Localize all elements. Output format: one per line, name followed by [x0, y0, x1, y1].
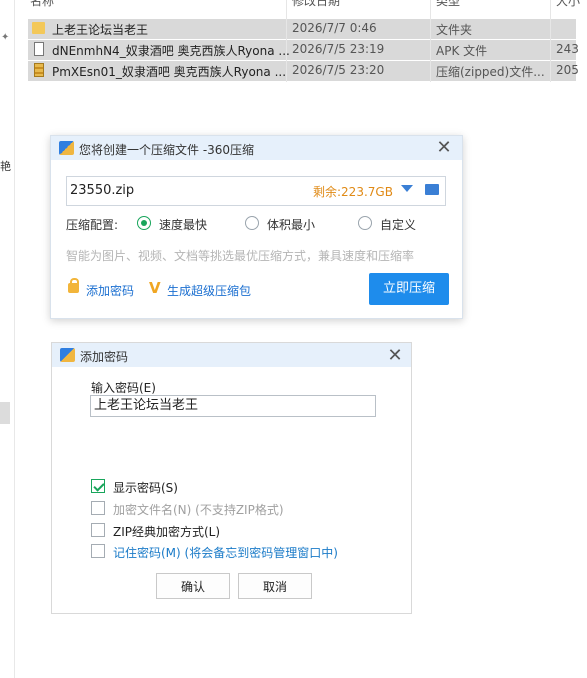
file-row[interactable]: PmXEsn01_奴隶酒吧 奥克西族人Ryona ... 2026/7/5 23…	[28, 61, 579, 81]
ok-button[interactable]: 确认	[156, 573, 230, 599]
column-header-size[interactable]: 大小	[556, 0, 580, 9]
navigation-pane: ✦ 艳	[0, 0, 15, 678]
360zip-app-icon	[60, 348, 75, 362]
checkbox-checked-icon[interactable]	[91, 479, 105, 493]
radio-label: 体积最小	[267, 218, 316, 232]
pin-icon[interactable]: ✦	[1, 32, 9, 43]
column-header-type[interactable]: 类型	[436, 0, 460, 9]
compress-hint: 智能为图片、视频、文档等挑选最优压缩方式，兼具速度和压缩率	[66, 249, 415, 263]
file-type: 压缩(zipped)文件...	[436, 65, 545, 79]
add-password-dialog: 添加密码 ✕ 输入密码(E) 上老王论坛当老王 显示密码(S) 加密文件名(N)…	[51, 342, 412, 614]
cancel-button[interactable]: 取消	[238, 573, 312, 599]
file-name: dNEnmhN4_奴隶酒吧 奥克西族人Ryona ...	[52, 44, 290, 58]
checkbox-unchecked-icon[interactable]	[91, 523, 105, 537]
apk-file-icon	[34, 42, 44, 56]
file-row[interactable]: 上老王论坛当老王 2026/7/7 0:46 文件夹	[28, 19, 576, 39]
file-list-header: 名称 修改日期 类型 大小	[28, 0, 587, 8]
radio-selected-icon[interactable]	[137, 216, 151, 230]
super-package-link[interactable]: 生成超级压缩包	[167, 282, 251, 299]
column-divider[interactable]	[430, 0, 431, 82]
radio-label: 速度最快	[159, 218, 208, 232]
dropdown-caret-icon[interactable]	[401, 185, 413, 192]
file-date: 2026/7/5 23:20	[292, 63, 385, 77]
file-name: PmXEsn01_奴隶酒吧 奥克西族人Ryona ...	[52, 65, 287, 79]
zip-file-icon	[34, 63, 44, 77]
file-type: 文件夹	[436, 23, 473, 37]
checkbox-unchecked-icon[interactable]	[91, 501, 105, 515]
radio-unselected-icon[interactable]	[245, 216, 259, 230]
checkbox-label: 记住密码(M) (将会备忘到密码管理窗口中)	[113, 546, 338, 560]
file-size: 205	[556, 63, 579, 77]
column-divider[interactable]	[286, 0, 287, 82]
archive-path-input[interactable]: 23550.zip 剩余:223.7GB	[66, 176, 446, 206]
nav-item-fragment[interactable]: 艳	[0, 158, 11, 174]
checkbox-label: 加密文件名(N) (不支持ZIP格式)	[113, 503, 284, 517]
dialog-title: 您将创建一个压缩文件 -360压缩	[79, 143, 255, 157]
file-name: 上老王论坛当老王	[52, 23, 149, 37]
checkbox-unchecked-icon[interactable]	[91, 544, 105, 558]
column-divider[interactable]	[550, 0, 551, 82]
dialog-title: 添加密码	[80, 350, 129, 364]
password-input[interactable]: 上老王论坛当老王	[90, 395, 376, 417]
radio-label: 自定义	[380, 218, 417, 232]
checkbox-label: ZIP经典加密方式(L)	[113, 525, 221, 539]
lock-icon	[68, 278, 79, 293]
password-input-label: 输入密码(E)	[91, 381, 156, 395]
file-date: 2026/7/7 0:46	[292, 21, 377, 35]
free-space-label: 剩余:223.7GB	[313, 185, 393, 199]
column-header-name[interactable]: 名称	[30, 0, 54, 9]
close-icon[interactable]: ✕	[385, 346, 405, 366]
compress-config-label: 压缩配置:	[66, 218, 119, 232]
dialog-title-bar[interactable]: 您将创建一个压缩文件 -360压缩 ✕	[51, 136, 462, 160]
checkbox-label: 显示密码(S)	[113, 481, 178, 495]
compress-now-button[interactable]: 立即压缩	[369, 273, 449, 305]
nav-selected-item[interactable]	[0, 402, 10, 424]
file-size: 243	[556, 42, 579, 56]
file-date: 2026/7/5 23:19	[292, 42, 385, 56]
archive-filename[interactable]: 23550.zip	[70, 183, 134, 198]
add-password-label[interactable]: 添加密码	[86, 282, 134, 299]
360zip-app-icon	[59, 141, 74, 155]
radio-unselected-icon[interactable]	[358, 216, 372, 230]
dialog-title-bar[interactable]: 添加密码 ✕	[52, 343, 411, 367]
column-header-date[interactable]: 修改日期	[292, 0, 340, 9]
file-type: APK 文件	[436, 44, 488, 58]
vip-v-icon: V	[149, 279, 161, 297]
close-icon[interactable]: ✕	[434, 138, 454, 158]
compress-dialog: 您将创建一个压缩文件 -360压缩 ✕ 23550.zip 剩余:223.7GB…	[50, 135, 463, 319]
folder-icon	[32, 22, 45, 34]
browse-folder-icon[interactable]	[425, 184, 439, 195]
file-row[interactable]: dNEnmhN4_奴隶酒吧 奥克西族人Ryona ... 2026/7/5 23…	[28, 40, 579, 60]
